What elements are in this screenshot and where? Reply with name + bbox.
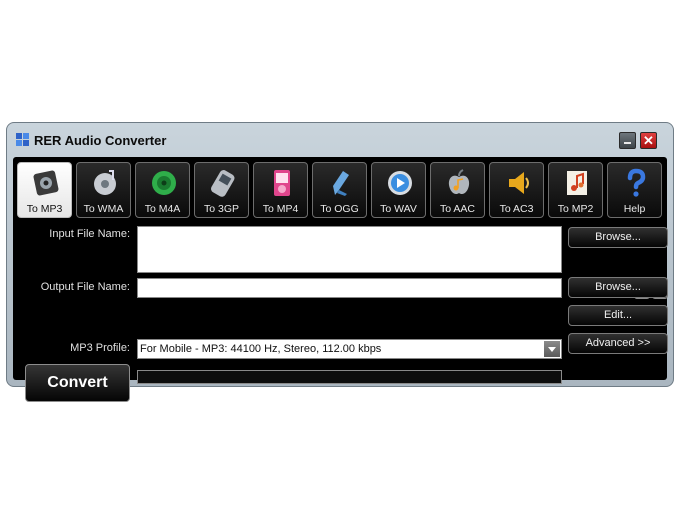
to-wma-label: To WMA xyxy=(83,203,124,215)
speaker-cone-icon xyxy=(509,172,529,194)
chevron-down-icon[interactable] xyxy=(544,341,560,357)
convert-button[interactable]: Convert xyxy=(25,364,130,402)
to-ogg-label: To OGG xyxy=(320,203,359,215)
output-file-field[interactable] xyxy=(137,278,562,298)
to-ac3-button[interactable]: To AC3 xyxy=(489,162,544,218)
window-title: RER Audio Converter xyxy=(34,133,167,148)
to-wma-button[interactable]: To WMA xyxy=(76,162,131,218)
input-file-label: Input File Name: xyxy=(49,228,130,240)
to-mp3-label: To MP3 xyxy=(26,203,63,215)
input-file-list[interactable] xyxy=(137,226,562,273)
media-player-icon xyxy=(274,170,290,196)
to-3gp-button[interactable]: To 3GP xyxy=(194,162,249,218)
play-icon xyxy=(388,171,412,195)
disc-icon xyxy=(94,170,116,195)
minimize-button[interactable] xyxy=(619,132,636,149)
profile-value: For Mobile - MP3: 44100 Hz, Stereo, 112.… xyxy=(140,343,382,355)
advanced-button[interactable]: Advanced >> xyxy=(568,333,668,354)
help-button[interactable]: Help xyxy=(607,162,662,218)
to-wav-button[interactable]: To WAV xyxy=(371,162,426,218)
profile-label: MP3 Profile: xyxy=(70,342,130,354)
to-aac-label: To AAC xyxy=(439,203,476,215)
app-logo-icon xyxy=(16,133,29,146)
speaker-icon xyxy=(33,170,59,196)
to-wav-label: To WAV xyxy=(380,203,417,215)
profile-select[interactable]: For Mobile - MP3: 44100 Hz, Stereo, 112.… xyxy=(137,339,562,359)
green-disc-icon xyxy=(152,171,176,195)
edit-button[interactable]: Edit... xyxy=(568,305,668,326)
browse-input-button[interactable]: Browse... xyxy=(568,227,668,248)
to-mp4-button[interactable]: To MP4 xyxy=(253,162,308,218)
music-notes-icon xyxy=(567,171,587,195)
phone-icon xyxy=(211,170,235,197)
output-file-label: Output File Name: xyxy=(40,281,130,293)
to-mp4-label: To MP4 xyxy=(262,203,299,215)
main-panel: To MP3 To WMA To M4A To 3GP To MP4 To OG… xyxy=(13,157,668,402)
pen-icon xyxy=(333,171,349,196)
to-3gp-label: To 3GP xyxy=(203,203,240,215)
progress-bar xyxy=(137,370,562,384)
browse-output-button[interactable]: Browse... xyxy=(568,277,668,298)
to-mp3-button[interactable]: To MP3 xyxy=(17,162,72,218)
to-m4a-button[interactable]: To M4A xyxy=(135,162,190,218)
title-bar[interactable]: RER Audio Converter ✕ xyxy=(7,123,673,157)
help-icon xyxy=(627,168,646,197)
to-mp2-label: To MP2 xyxy=(557,203,594,215)
apple-music-icon xyxy=(448,169,470,195)
to-m4a-label: To M4A xyxy=(144,203,181,215)
to-mp2-button[interactable]: To MP2 xyxy=(548,162,603,218)
close-button[interactable]: ✕ xyxy=(640,132,657,149)
help-label: Help xyxy=(623,203,646,215)
to-ogg-button[interactable]: To OGG xyxy=(312,162,367,218)
to-aac-button[interactable]: To AAC xyxy=(430,162,485,218)
to-ac3-label: To AC3 xyxy=(499,203,534,215)
app-window: RER Audio Converter ✕ To MP3 To WMA To M xyxy=(6,122,674,402)
